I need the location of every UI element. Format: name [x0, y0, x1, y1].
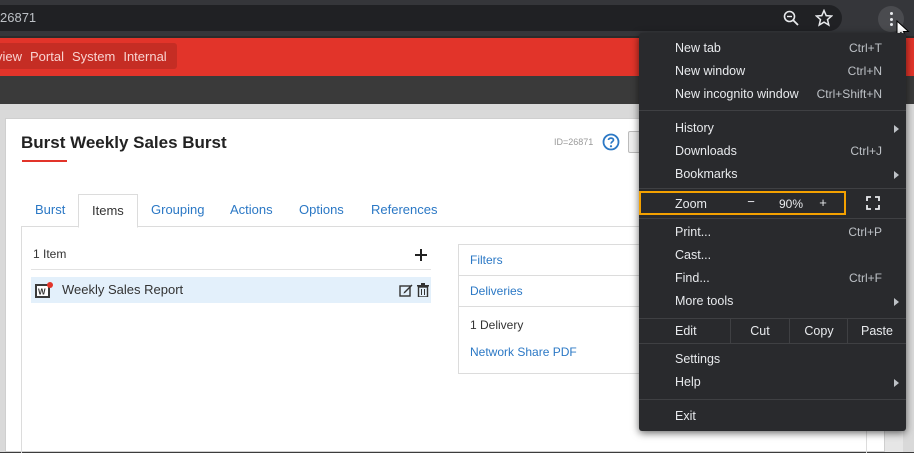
edit-label: Edit — [675, 324, 697, 338]
deliveries-link[interactable]: Deliveries — [470, 284, 523, 298]
fullscreen-icon[interactable] — [866, 196, 880, 210]
tab-references[interactable]: References — [358, 194, 450, 227]
id-label: ID=26871 — [554, 137, 594, 147]
menu-item-downloads[interactable]: Downloads Ctrl+J — [639, 140, 906, 163]
menu-separator — [639, 188, 906, 189]
menu-item-new-tab[interactable]: New tab Ctrl+T — [639, 37, 906, 60]
menu-item-label: More tools — [675, 294, 734, 308]
submenu-arrow-icon — [894, 379, 899, 387]
menu-item-history[interactable]: History — [639, 117, 906, 140]
submenu-arrow-icon — [894, 298, 899, 306]
menu-item-more-tools[interactable]: More tools — [639, 290, 906, 313]
tab-burst[interactable]: Burst — [22, 194, 78, 227]
trash-icon[interactable] — [417, 283, 429, 297]
menu-item-label: Exit — [675, 409, 696, 423]
filters-link[interactable]: Filters — [470, 253, 503, 267]
item-name[interactable]: Weekly Sales Report — [62, 282, 183, 297]
menu-item-label: Bookmarks — [675, 167, 738, 181]
item-divider — [31, 269, 431, 270]
menu-item-exit[interactable]: Exit — [639, 405, 906, 428]
side-divider — [459, 275, 659, 276]
side-divider — [459, 306, 659, 307]
menu-item-label: New tab — [675, 41, 721, 55]
menu-separator — [639, 110, 906, 111]
delivery-count: 1 Delivery — [470, 318, 524, 332]
item-count: 1 Item — [33, 247, 67, 261]
menu-item-label: Settings — [675, 352, 721, 366]
address-bar[interactable]: 26871 — [0, 5, 842, 31]
side-panel: Filters Deliveries 1 Delivery Network Sh… — [458, 244, 659, 374]
copy-button[interactable]: Copy — [789, 319, 848, 343]
tab-items[interactable]: Items — [78, 194, 138, 228]
nav-item-portal[interactable]: Portal — [30, 49, 64, 64]
menu-item-shortcut: Ctrl+J — [850, 144, 882, 158]
svg-text:W: W — [38, 288, 46, 297]
menu-item-new-incognito[interactable]: New incognito window Ctrl+Shift+N — [639, 83, 906, 106]
menu-item-find[interactable]: Find... Ctrl+F — [639, 267, 906, 290]
menu-separator — [639, 218, 906, 219]
edit-icon[interactable] — [399, 283, 413, 297]
menu-item-settings[interactable]: Settings — [639, 348, 906, 371]
add-icon[interactable] — [415, 249, 427, 261]
nav-item-view[interactable]: view — [0, 49, 22, 64]
delivery-item-link[interactable]: Network Share PDF — [470, 345, 577, 359]
list-item[interactable]: W Weekly Sales Report — [31, 277, 431, 303]
menu-item-shortcut: Ctrl+P — [848, 225, 882, 239]
submenu-arrow-icon — [894, 171, 899, 179]
menu-item-label: Cast... — [675, 248, 712, 262]
app-nav: view Portal System Internal — [0, 43, 177, 69]
menu-separator — [639, 343, 906, 344]
menu-item-shortcut: Ctrl+F — [849, 271, 882, 285]
paste-button[interactable]: Paste — [847, 319, 906, 343]
title-underline — [22, 160, 67, 162]
menu-item-label: Find... — [675, 271, 710, 285]
menu-item-label: Print... — [675, 225, 712, 239]
tab-options[interactable]: Options — [286, 194, 357, 227]
zoom-out-button[interactable]: − — [743, 194, 759, 209]
browser-menu: New tab Ctrl+T New window Ctrl+N New inc… — [639, 33, 906, 431]
nav-item-system[interactable]: System — [72, 49, 115, 64]
tab-grouping[interactable]: Grouping — [138, 194, 217, 227]
menu-item-label: New incognito window — [675, 87, 799, 101]
menu-item-help[interactable]: Help — [639, 371, 906, 394]
zoom-in-button[interactable]: + — [815, 195, 831, 210]
menu-item-shortcut: Ctrl+T — [849, 41, 882, 55]
menu-item-print[interactable]: Print... Ctrl+P — [639, 221, 906, 244]
menu-item-bookmarks[interactable]: Bookmarks — [639, 163, 906, 186]
page-title: Burst Weekly Sales Burst — [21, 133, 227, 152]
address-bar-text[interactable]: 26871 — [0, 10, 36, 25]
menu-item-label: Downloads — [675, 144, 737, 158]
menu-item-label: New window — [675, 64, 746, 78]
tab-actions[interactable]: Actions — [217, 194, 286, 227]
menu-item-label: Help — [675, 375, 701, 389]
cut-button[interactable]: Cut — [730, 319, 789, 343]
menu-item-shortcut: Ctrl+N — [847, 64, 882, 78]
menu-item-cast[interactable]: Cast... — [639, 244, 906, 267]
nav-item-internal[interactable]: Internal — [123, 49, 166, 64]
bookmark-star-icon[interactable] — [815, 9, 833, 27]
menu-item-new-window[interactable]: New window Ctrl+N — [639, 60, 906, 83]
browser-toolbar: 26871 — [0, 0, 914, 40]
zoom-label: Zoom — [675, 197, 707, 211]
zoom-level: 90% — [778, 197, 804, 211]
webi-report-icon: W — [35, 282, 53, 298]
help-icon[interactable] — [602, 133, 620, 151]
menu-item-label: History — [675, 121, 714, 135]
menu-separator — [639, 399, 906, 400]
menu-item-shortcut: Ctrl+Shift+N — [816, 87, 882, 101]
zoom-magnifier-icon[interactable] — [782, 9, 800, 27]
submenu-arrow-icon — [894, 125, 899, 133]
